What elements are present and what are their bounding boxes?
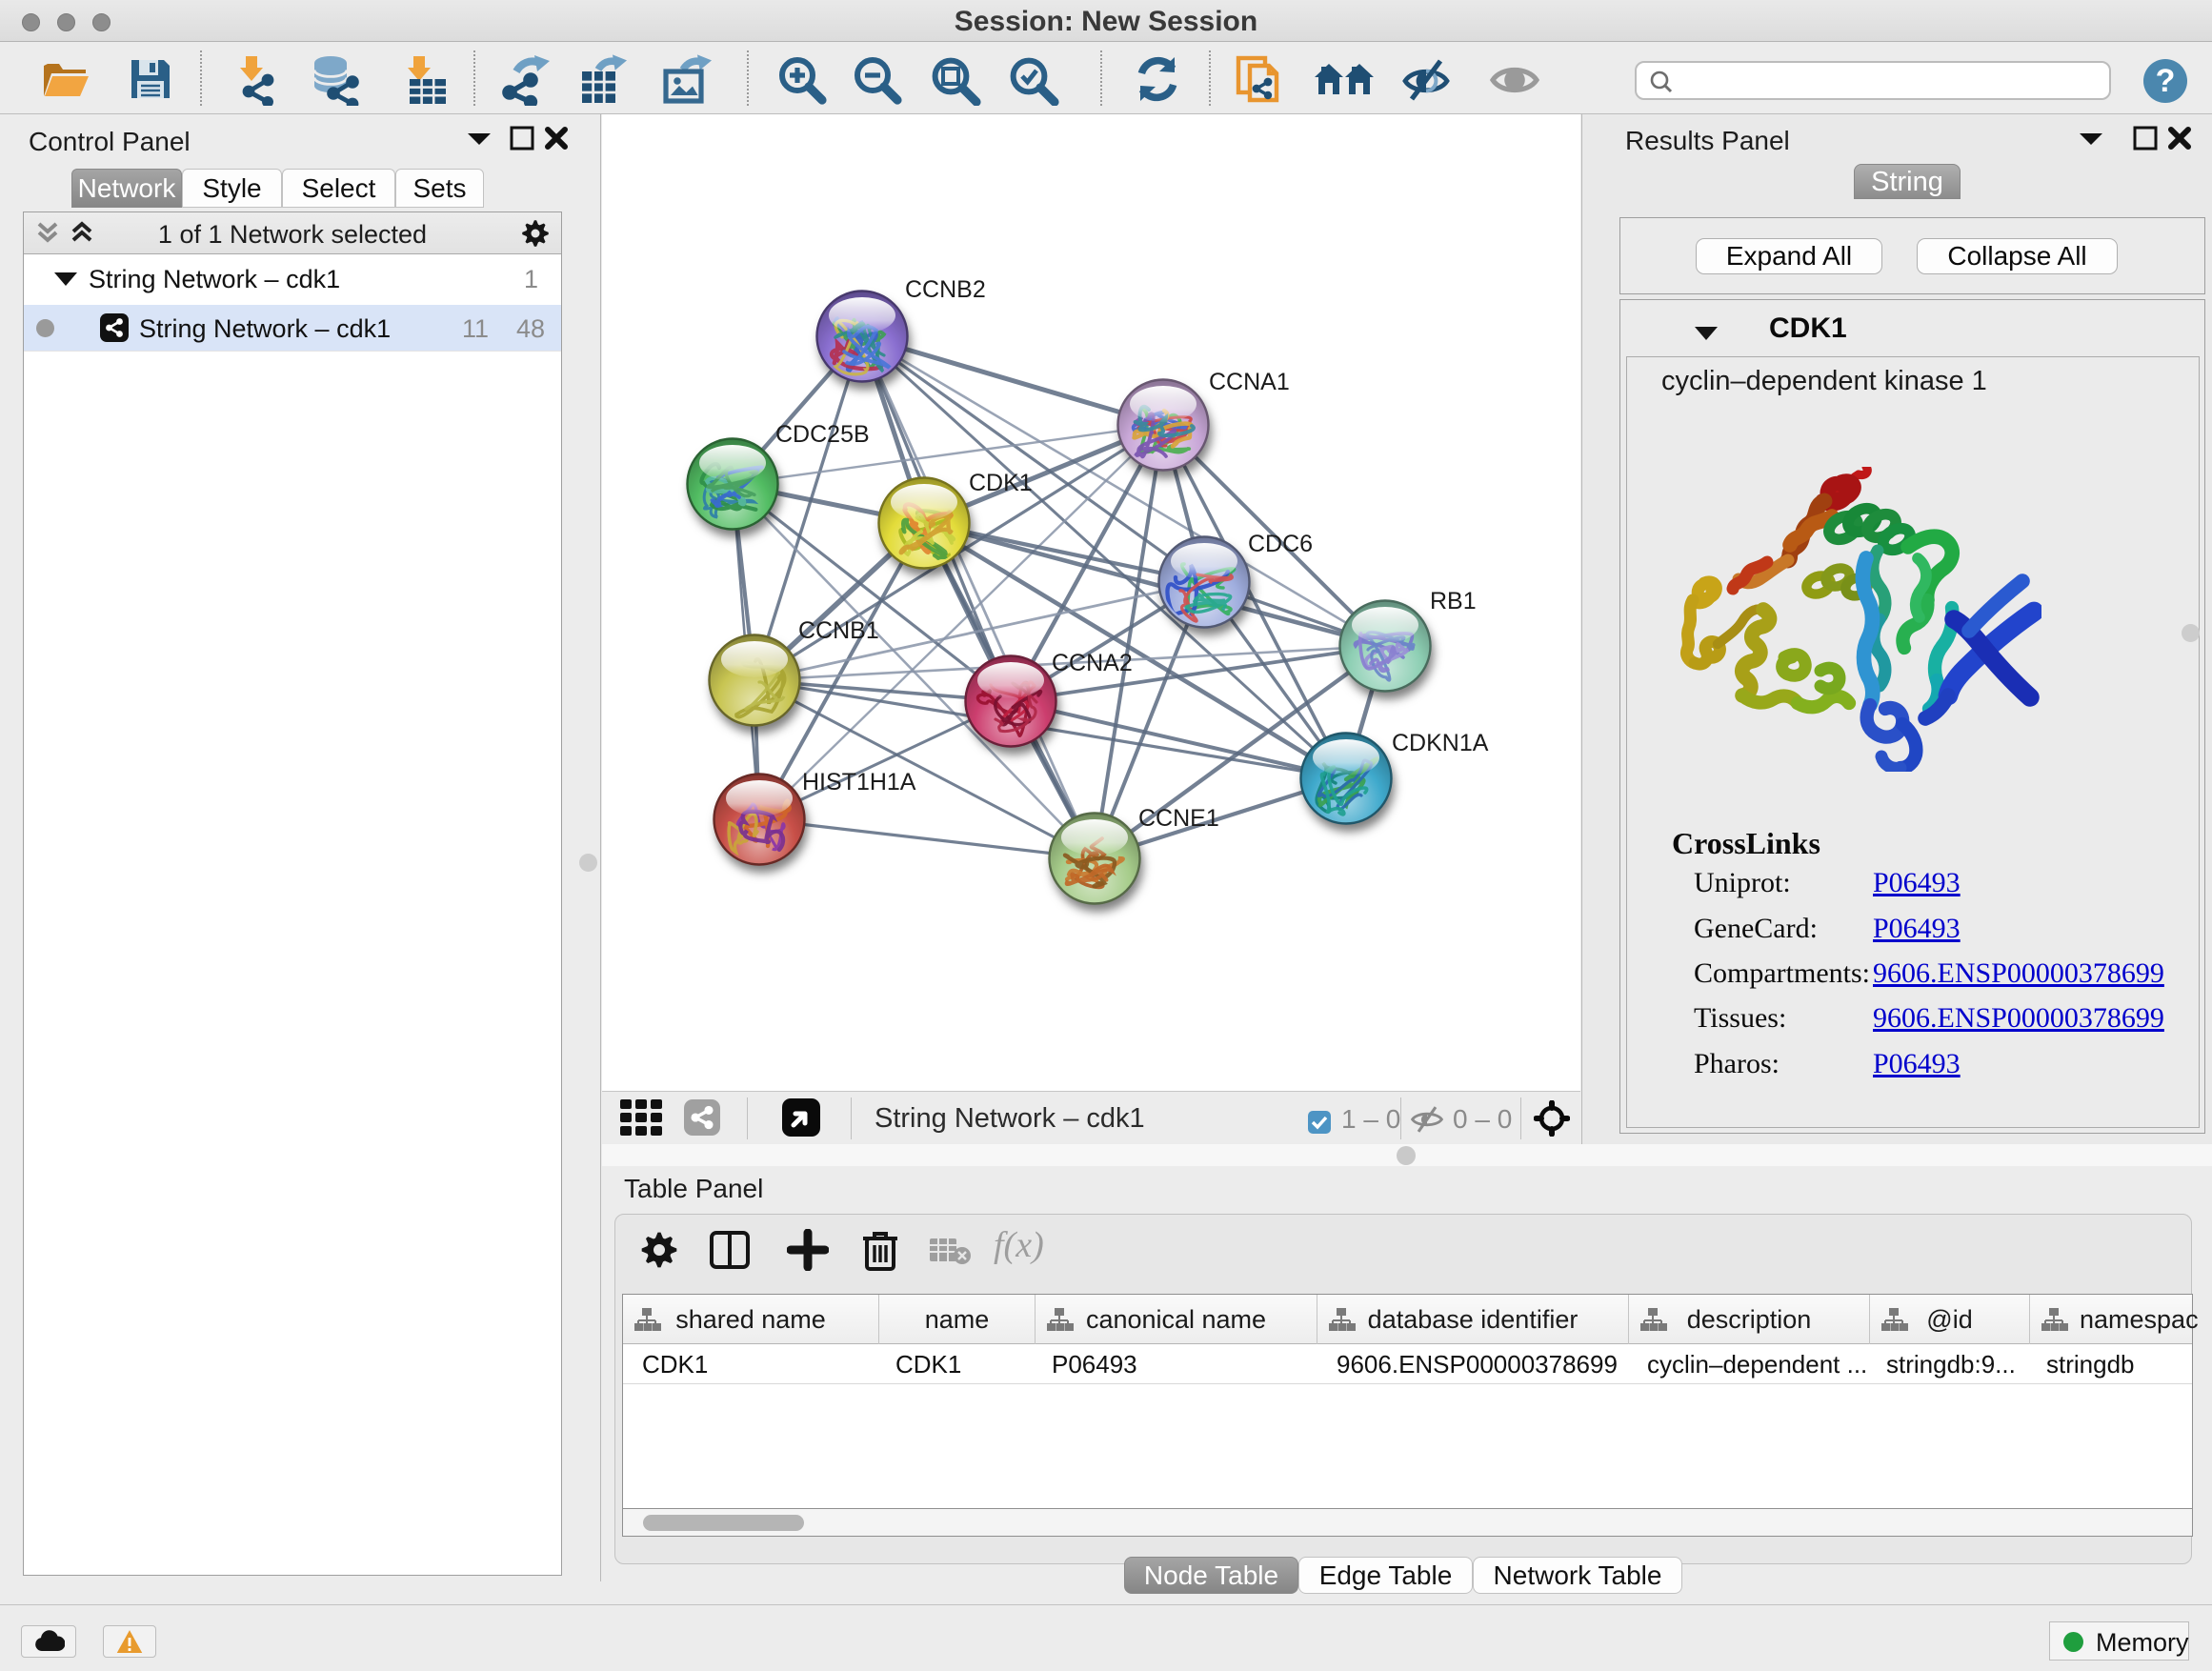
- svg-text:CDC25B: CDC25B: [775, 421, 870, 448]
- svg-text:CCNB1: CCNB1: [798, 617, 879, 644]
- svg-text:HIST1H1A: HIST1H1A: [802, 769, 916, 795]
- svg-text:CCNE1: CCNE1: [1138, 805, 1219, 832]
- svg-text:CDC6: CDC6: [1248, 531, 1313, 557]
- svg-text:CDKN1A: CDKN1A: [1392, 730, 1489, 756]
- svg-text:CDK1: CDK1: [969, 470, 1033, 496]
- svg-text:RB1: RB1: [1430, 588, 1477, 614]
- svg-text:CCNA1: CCNA1: [1209, 369, 1290, 395]
- svg-text:CCNB2: CCNB2: [905, 276, 986, 303]
- svg-text:CCNA2: CCNA2: [1052, 650, 1133, 676]
